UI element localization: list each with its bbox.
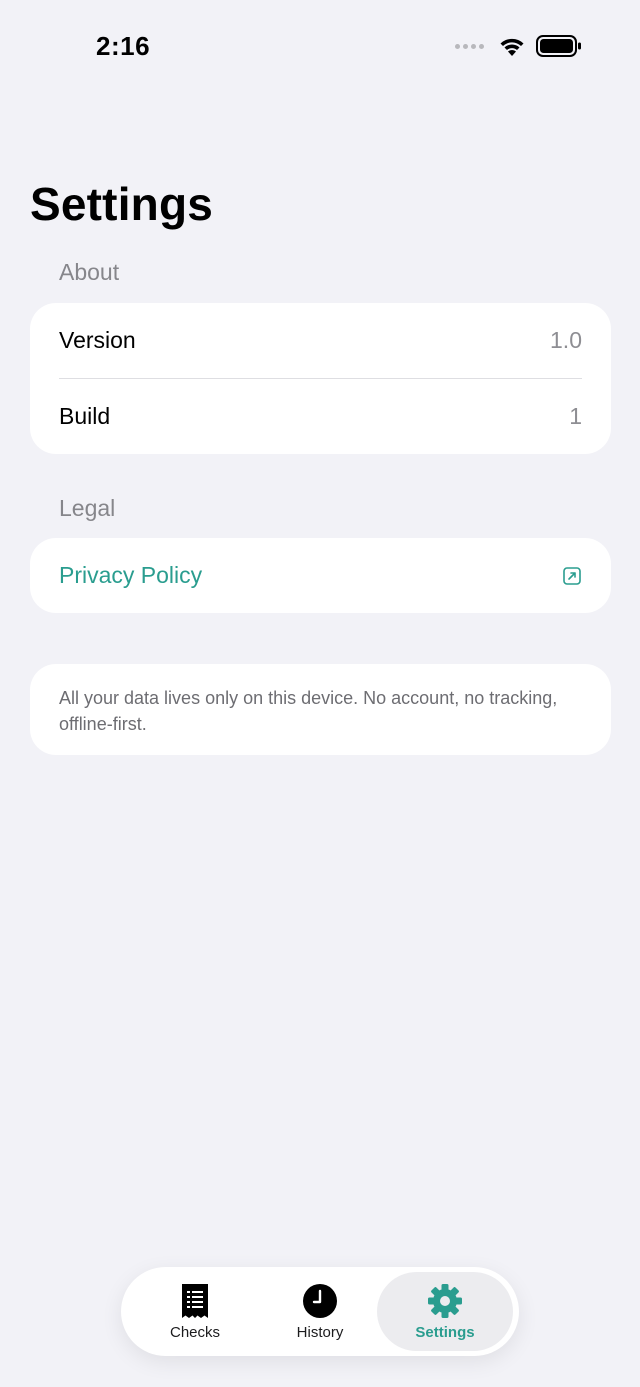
- tab-label-settings: Settings: [415, 1324, 475, 1341]
- status-bar: 2:16: [0, 0, 640, 95]
- build-value: 1: [569, 403, 582, 429]
- battery-icon: [536, 35, 581, 57]
- tab-history[interactable]: History: [255, 1272, 385, 1351]
- privacy-policy-link[interactable]: Privacy Policy: [59, 562, 202, 589]
- about-card: Version 1.0 Build 1: [30, 303, 611, 454]
- tab-label-history: History: [296, 1324, 344, 1341]
- section-header-legal: Legal: [59, 495, 116, 521]
- privacy-policy-row[interactable]: Privacy Policy: [30, 538, 611, 613]
- tab-bar: Checks History Settings: [121, 1267, 519, 1356]
- privacy-note-card: All your data lives only on this device.…: [30, 664, 611, 755]
- tab-label-checks: Checks: [169, 1324, 221, 1341]
- version-value: 1.0: [550, 327, 582, 353]
- build-row: Build 1: [30, 379, 611, 454]
- privacy-note-text: All your data lives only on this device.…: [59, 688, 558, 734]
- tab-settings[interactable]: Settings: [377, 1272, 513, 1351]
- tab-checks[interactable]: Checks: [130, 1272, 260, 1351]
- version-row: Version 1.0: [30, 303, 611, 378]
- status-icons: [455, 35, 582, 57]
- build-label: Build: [59, 403, 111, 429]
- page-title: Settings: [30, 178, 214, 230]
- section-header-about: About: [59, 259, 120, 285]
- gear-icon: [428, 1284, 462, 1318]
- clock-icon: [303, 1284, 337, 1318]
- external-link-icon: [563, 566, 581, 585]
- version-label: Version: [59, 327, 136, 353]
- status-time: 2:16: [96, 31, 151, 61]
- receipt-icon: [182, 1284, 208, 1318]
- wifi-icon: [500, 38, 524, 56]
- legal-card: Privacy Policy: [30, 538, 611, 613]
- cellular-signal-icon: [455, 43, 484, 49]
